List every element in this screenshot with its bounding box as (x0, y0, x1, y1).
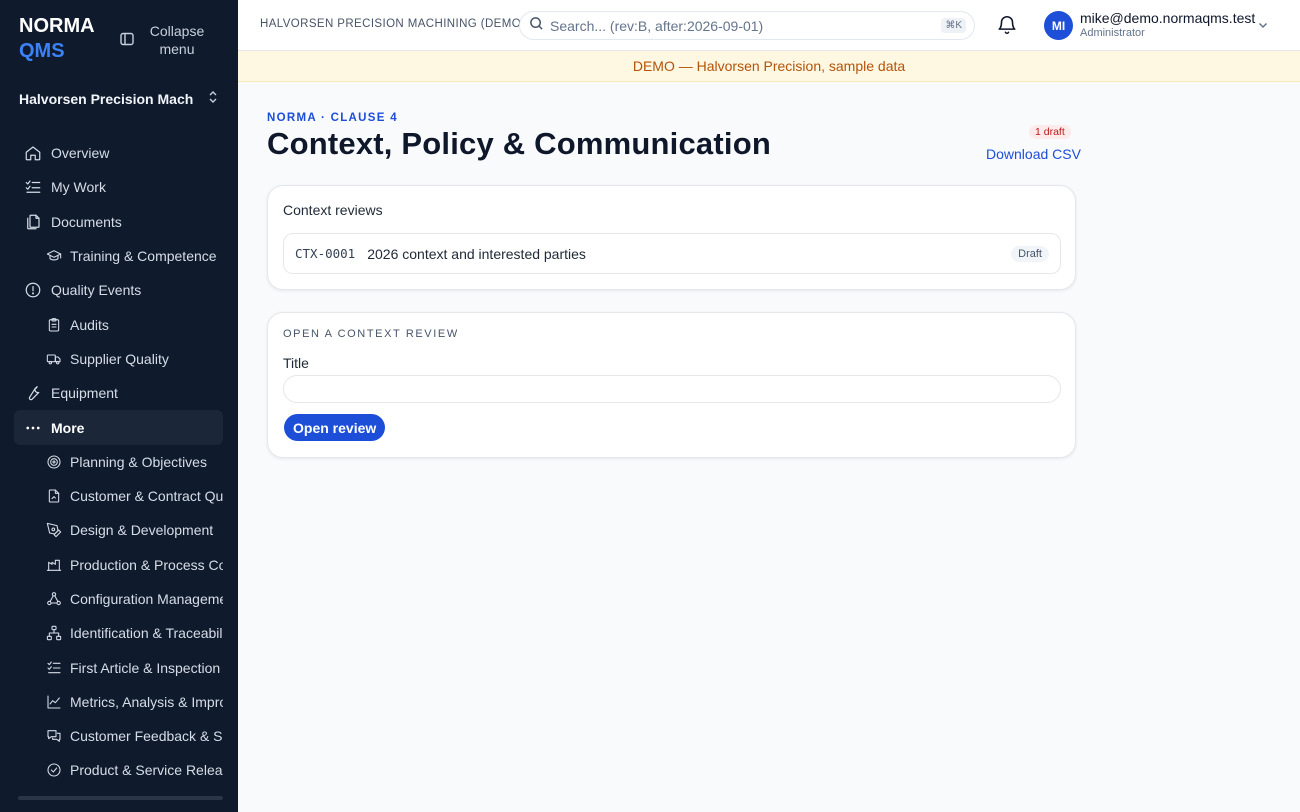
checklist-icon (24, 178, 42, 196)
sidebar-item-label: Customer Feedback & Satisfaction (70, 728, 223, 745)
sidebar-item-equipment[interactable]: Equipment (14, 376, 223, 410)
chevron-updown-icon (207, 90, 219, 107)
sidebar-item-quality-events[interactable]: Quality Events (14, 273, 223, 307)
network-icon (46, 591, 62, 607)
open-review-button[interactable]: Open review (284, 414, 386, 441)
download-csv-link[interactable]: Download CSV (986, 146, 1081, 162)
sidebar-item-label: Overview (51, 145, 110, 162)
search-icon (529, 16, 544, 36)
page-eyebrow: NORMA · CLAUSE 4 (267, 112, 398, 124)
sidebar-collapse-icon (120, 32, 134, 49)
sidebar-item-label: My Work (51, 179, 106, 196)
clipboard-icon (46, 317, 62, 333)
page-title: Context, Policy & Communication (267, 126, 771, 161)
collapse-menu-label: Collapse menu (149, 23, 205, 57)
demo-banner: DEMO — Halvorsen Precision, sample data (238, 51, 1300, 82)
sidebar-item-label: Configuration Management (70, 591, 223, 607)
sidebar-item-identification-traceability[interactable]: Identification & Traceability (14, 616, 223, 650)
sidebar-item-label: Product & Service Release (70, 762, 223, 779)
org-switcher-label: Halvorsen Precision Machi... (19, 90, 194, 107)
section-label: OPEN A CONTEXT REVIEW (283, 328, 459, 340)
review-code: CTX-0001 (295, 246, 356, 261)
review-title: 2026 context and interested parties (367, 245, 586, 262)
chart-line-icon (46, 694, 62, 710)
context-reviews-card: Context reviews CTX-0001 2026 context an… (267, 185, 1076, 290)
title-field-wrapper (283, 375, 1061, 403)
file-signature-icon (46, 488, 62, 504)
documents-icon (24, 213, 42, 231)
brand-line-1: NORMA (19, 15, 95, 37)
sidebar-item-customer-feedback-satisfaction[interactable]: Customer Feedback & Satisfaction (14, 719, 223, 753)
sidebar-item-overview[interactable]: Overview (14, 136, 223, 170)
wrench-icon (24, 384, 42, 402)
home-icon (24, 144, 42, 162)
sidebar-item-customer-contract-quality[interactable]: Customer & Contract Quality (14, 479, 223, 513)
sidebar-item-first-article-inspection-records[interactable]: First Article & Inspection Records (14, 650, 223, 684)
org-name: HALVORSEN PRECISION MACHINING (DEMO) (260, 18, 526, 30)
search-shortcut: ⌘K (941, 18, 966, 33)
sidebar-item-label: First Article & Inspection Records (70, 659, 223, 676)
messages-icon (46, 728, 62, 744)
sidebar-item-label: Design & Development (70, 522, 214, 539)
chevron-down-icon[interactable] (1257, 18, 1269, 36)
sidebar-nav: Overview My Work Documents Training & Compe… (14, 136, 223, 788)
sidebar-item-more[interactable]: More (14, 410, 223, 445)
sidebar-item-metrics-analysis-improvement[interactable]: Metrics, Analysis & Improvement (14, 685, 223, 719)
sidebar-item-label: Audits (70, 316, 109, 333)
sidebar-item-label: Planning & Objectives (70, 453, 207, 470)
status-badge: Draft (1011, 246, 1049, 262)
sidebar-item-label: More (51, 419, 85, 436)
sidebar-item-design-development[interactable]: Design & Development (14, 513, 223, 547)
more-dots-icon (24, 419, 42, 437)
sidebar-item-label: Production & Process Control (70, 556, 223, 573)
open-review-card: OPEN A CONTEXT REVIEW Title Open review (267, 312, 1076, 458)
avatar[interactable]: MI (1044, 11, 1073, 40)
title-field[interactable] (284, 376, 1060, 402)
title-field-label: Title (283, 355, 309, 371)
target-icon (46, 454, 62, 470)
draft-count-badge: 1 draft (1029, 125, 1071, 139)
user-menu[interactable]: mike@demo.normaqms.test Administrator (1080, 10, 1255, 40)
card-title: Context reviews (283, 202, 383, 218)
sidebar-item-label: Metrics, Analysis & Improvement (70, 693, 223, 710)
sidebar-item-label: Quality Events (51, 282, 142, 299)
top-bar: HALVORSEN PRECISION MACHINING (DEMO) ⌘K … (238, 0, 1300, 51)
sidebar-item-supplier-quality[interactable]: Supplier Quality (14, 342, 223, 376)
org-switcher[interactable]: Halvorsen Precision Machi... (19, 90, 219, 107)
notifications-bell-icon[interactable] (996, 14, 1018, 41)
sidebar-item-label: Equipment (51, 385, 118, 402)
sidebar-item-label: Training & Competence (70, 248, 217, 265)
alert-circle-icon (24, 281, 42, 299)
search-box[interactable]: ⌘K (519, 11, 975, 40)
brand-line-2: QMS (19, 40, 65, 62)
truck-icon (46, 351, 62, 367)
sidebar-item-production-process-control[interactable]: Production & Process Control (14, 548, 223, 582)
sidebar-item-configuration-management[interactable]: Configuration Management (14, 582, 223, 616)
collapse-menu-button[interactable]: Collapse menu (120, 22, 206, 58)
user-role: Administrator (1080, 27, 1145, 39)
user-email: mike@demo.normaqms.test (1080, 10, 1256, 26)
factory-icon (46, 557, 62, 573)
check-circle-icon (46, 762, 62, 778)
sidebar-item-my-work[interactable]: My Work (14, 170, 223, 204)
list-item[interactable]: CTX-0001 2026 context and interested par… (283, 233, 1061, 274)
sidebar-item-label: Documents (51, 213, 122, 230)
sidebar-scrollbar[interactable] (18, 796, 223, 800)
list-check-icon (46, 660, 62, 676)
sidebar-item-audits[interactable]: Audits (14, 307, 223, 341)
pen-tool-icon (46, 522, 62, 538)
sidebar-item-training-competence[interactable]: Training & Competence (14, 239, 223, 273)
search-input[interactable] (550, 17, 930, 34)
sidebar-item-label: Identification & Traceability (70, 625, 223, 642)
sidebar-item-product-service-release[interactable]: Product & Service Release (14, 753, 223, 787)
sidebar-item-documents[interactable]: Documents (14, 205, 223, 239)
sidebar-item-label: Customer & Contract Quality (70, 488, 223, 505)
sidebar-item-planning-objectives[interactable]: Planning & Objectives (14, 445, 223, 479)
tree-icon (46, 625, 62, 641)
sidebar-item-label: Supplier Quality (70, 350, 169, 367)
brand-logo[interactable]: NORMA QMS (19, 14, 95, 64)
sidebar: NORMA QMS Collapse menu Halvorsen Precis… (0, 0, 238, 812)
graduation-cap-icon (46, 248, 62, 264)
